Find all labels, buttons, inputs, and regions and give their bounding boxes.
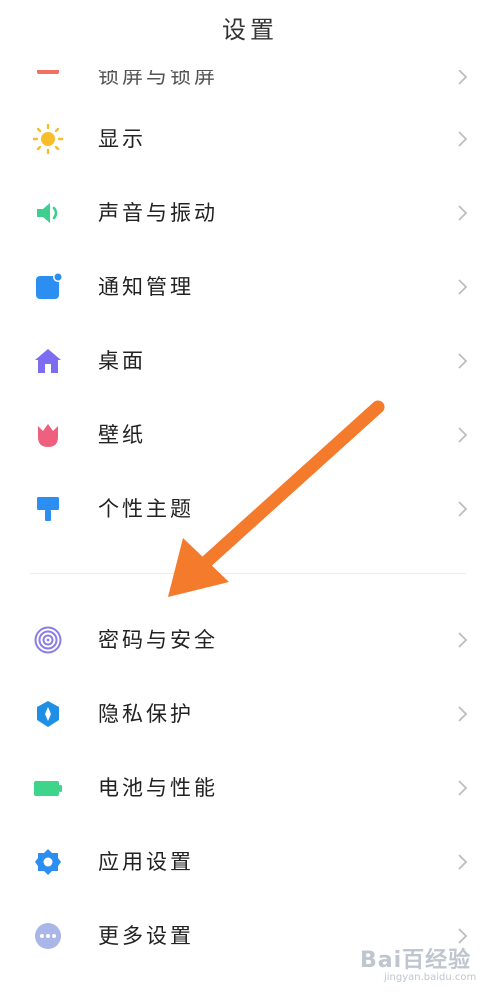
lock-screen-icon xyxy=(33,70,63,94)
settings-item-label: 壁纸 xyxy=(98,423,146,447)
section-divider xyxy=(30,573,466,574)
chevron-right-icon xyxy=(452,203,472,223)
settings-item-privacy[interactable]: 隐私保护 xyxy=(0,677,500,751)
tulip-icon xyxy=(33,420,63,450)
sun-icon xyxy=(33,124,63,154)
chevron-right-icon xyxy=(452,277,472,297)
settings-item-desktop[interactable]: 桌面 xyxy=(0,324,500,398)
fingerprint-icon xyxy=(33,625,63,655)
chevron-right-icon xyxy=(452,630,472,650)
paintbrush-icon xyxy=(33,494,63,524)
settings-item-label: 更多设置 xyxy=(98,924,194,948)
watermark-subtext: jingyan.baidu.com xyxy=(384,972,477,983)
settings-item-label: 电池与性能 xyxy=(98,776,218,800)
settings-item-label: 密码与安全 xyxy=(98,628,218,652)
settings-item-themes[interactable]: 个性主题 xyxy=(0,472,500,546)
settings-item-battery-performance[interactable]: 电池与性能 xyxy=(0,751,500,825)
settings-item-notifications[interactable]: 通知管理 xyxy=(0,250,500,324)
chevron-right-icon xyxy=(452,425,472,445)
chevron-right-icon xyxy=(452,70,472,87)
chevron-right-icon xyxy=(452,778,472,798)
settings-item-label: 通知管理 xyxy=(98,275,194,299)
gear-icon xyxy=(33,847,63,877)
settings-item-label: 显示 xyxy=(98,127,146,151)
speaker-icon xyxy=(33,198,63,228)
chevron-right-icon xyxy=(452,499,472,519)
home-icon xyxy=(33,346,63,376)
settings-item-label: 声音与振动 xyxy=(98,201,218,225)
settings-item-label: 个性主题 xyxy=(98,497,194,521)
chevron-right-icon xyxy=(452,351,472,371)
settings-item-wallpaper[interactable]: 壁纸 xyxy=(0,398,500,472)
more-icon xyxy=(33,921,63,951)
chevron-right-icon xyxy=(452,704,472,724)
settings-item-sound-vibration[interactable]: 声音与振动 xyxy=(0,176,500,250)
chevron-right-icon xyxy=(452,129,472,149)
shield-icon xyxy=(33,699,63,729)
settings-item-display[interactable]: 显示 xyxy=(0,102,500,176)
chevron-right-icon xyxy=(452,852,472,872)
settings-item-label: 应用设置 xyxy=(98,850,194,874)
settings-item-password-security[interactable]: 密码与安全 xyxy=(0,603,500,677)
watermark-text: Bai百经验 xyxy=(360,948,472,973)
page-title: 设置 xyxy=(222,16,278,44)
settings-item-label: 锁屏与锁屏 xyxy=(98,70,218,88)
notification-icon xyxy=(33,272,63,302)
battery-icon xyxy=(33,773,63,803)
settings-item-app-settings[interactable]: 应用设置 xyxy=(0,825,500,899)
settings-item-label: 桌面 xyxy=(98,349,146,373)
settings-item-label: 隐私保护 xyxy=(98,702,194,726)
watermark-logo: Bai百经验 jingyan.baidu.com xyxy=(360,938,490,988)
